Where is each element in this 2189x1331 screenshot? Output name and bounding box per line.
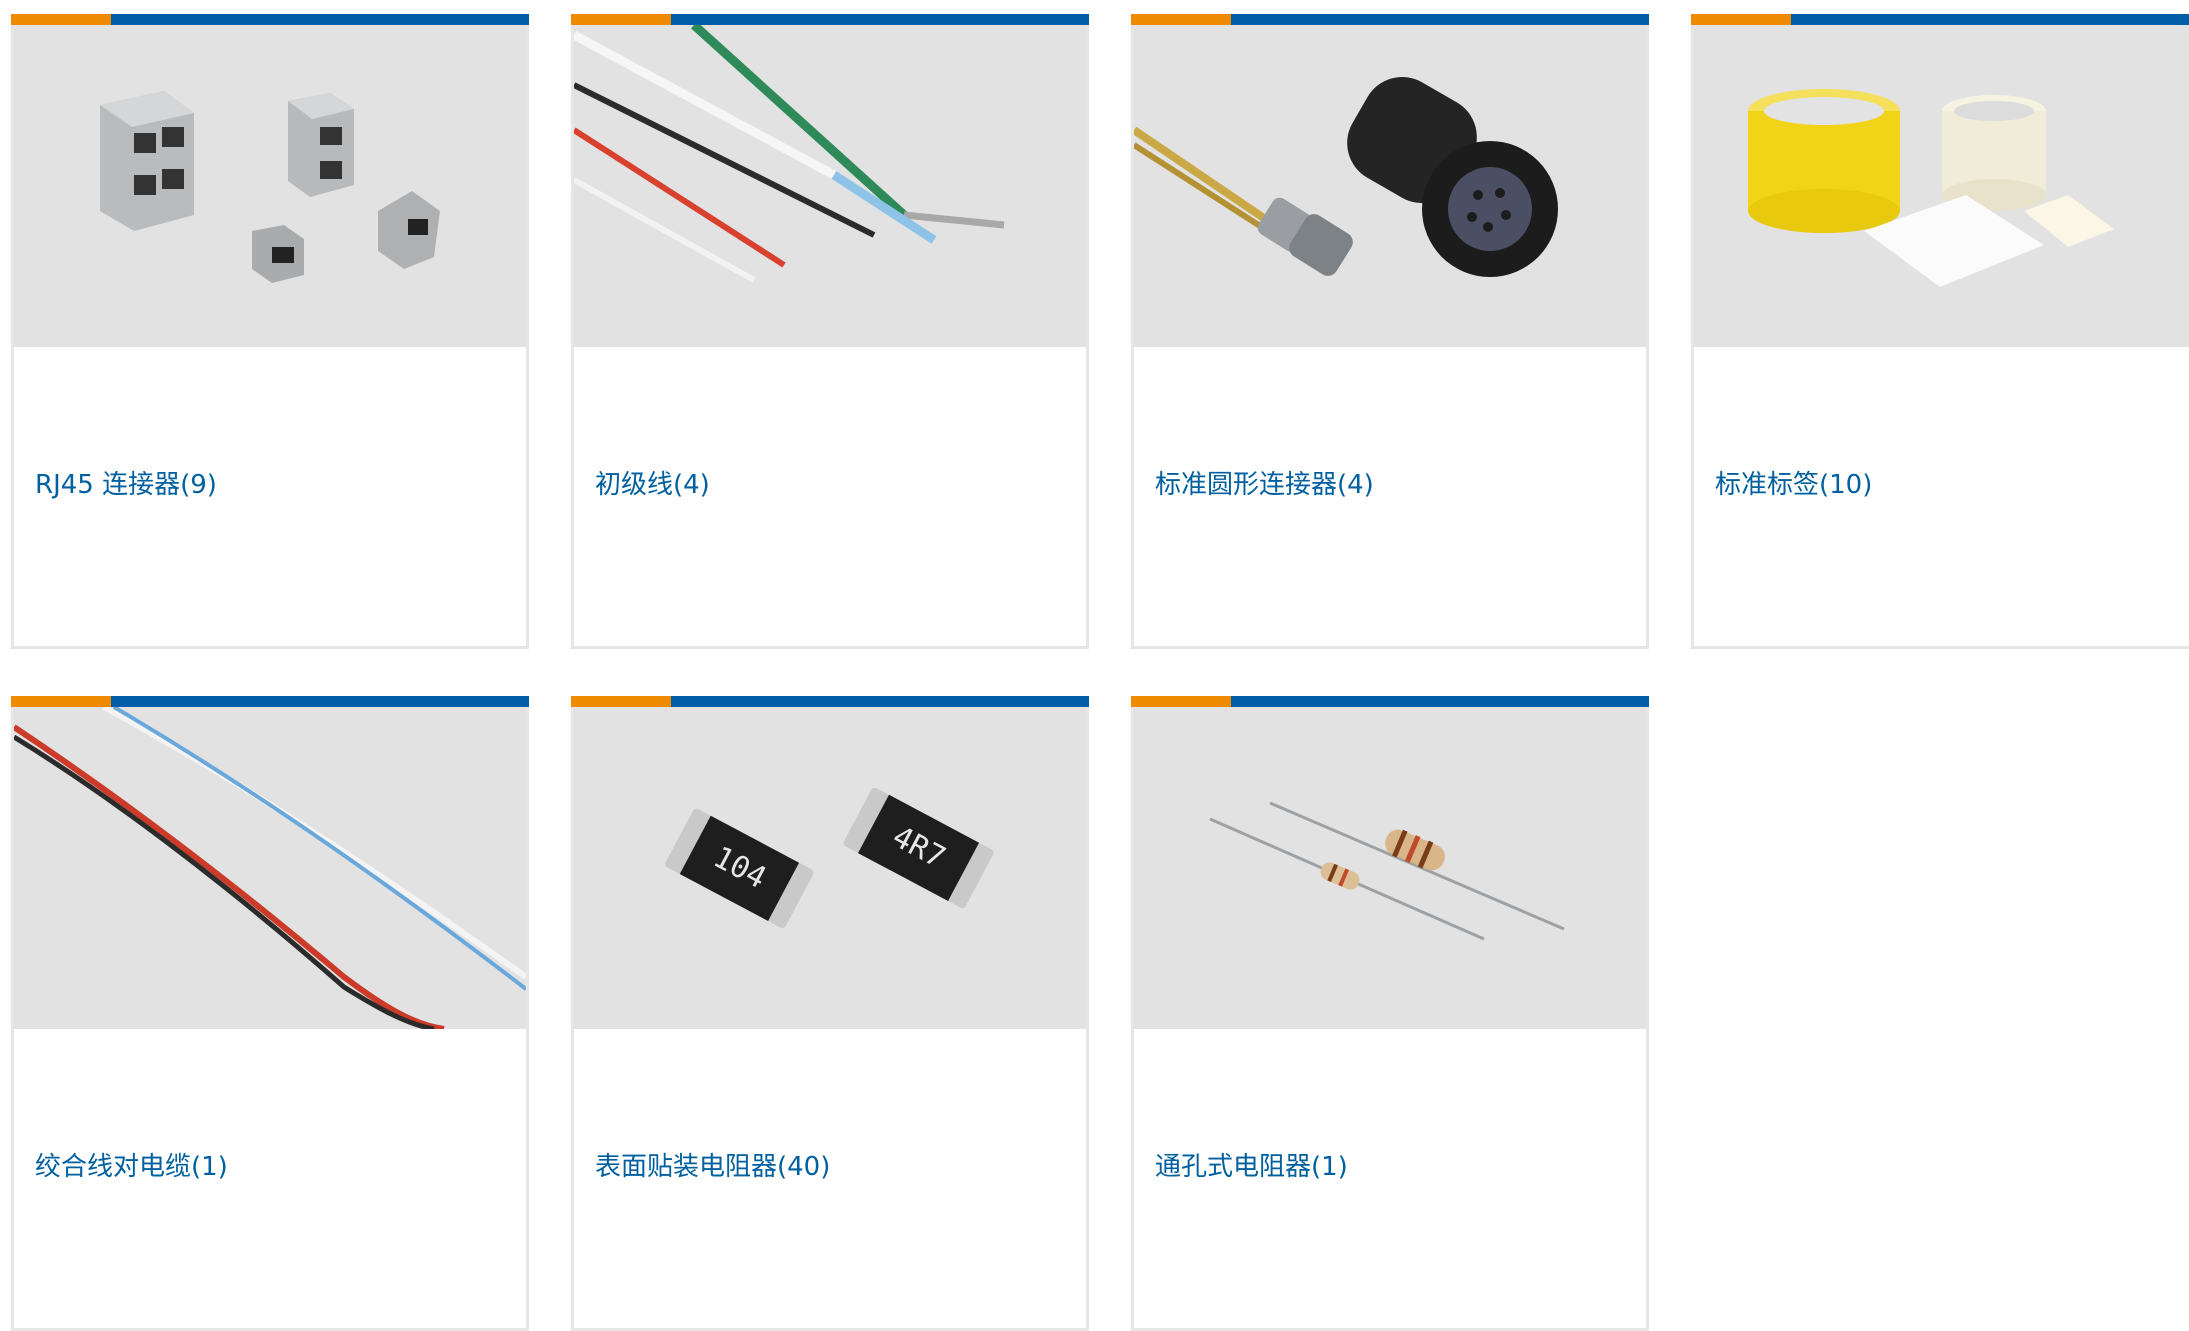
accent-bar-orange <box>11 14 111 25</box>
card-accent-bar <box>571 14 1089 25</box>
hookup-wires-photo[interactable] <box>574 25 1086 347</box>
category-card-hookup-wire[interactable]: 初级线(4) <box>571 14 1089 649</box>
accent-bar-orange <box>1131 14 1231 25</box>
accent-bar-orange <box>11 696 111 707</box>
accent-bar-blue <box>111 696 529 707</box>
category-card-rj45[interactable]: RJ45 连接器(9) <box>11 14 529 649</box>
accent-bar-orange <box>1691 14 1791 25</box>
category-card-twisted-pair[interactable]: 绞合线对电缆(1) <box>11 696 529 1331</box>
card-accent-bar <box>11 696 529 707</box>
accent-bar-blue <box>1231 14 1649 25</box>
category-link-label[interactable]: 初级线(4) <box>595 464 710 501</box>
rj45-connectors-photo[interactable] <box>14 25 526 347</box>
accent-bar-blue <box>1791 14 2189 25</box>
category-card-smd-resistors[interactable]: 104 4R7 表面贴装电阻器(40) <box>571 696 1089 1331</box>
accent-bar-blue <box>1231 696 1649 707</box>
category-link-label[interactable]: 通孔式电阻器(1) <box>1155 1146 1348 1183</box>
category-link-label[interactable]: 标准圆形连接器(4) <box>1155 464 1374 501</box>
category-card-labels[interactable]: 标准标签(10) <box>1691 14 2189 649</box>
card-accent-bar <box>1691 14 2189 25</box>
circular-connector-photo[interactable] <box>1134 25 1646 347</box>
accent-bar-blue <box>111 14 529 25</box>
accent-bar-blue <box>671 696 1089 707</box>
card-accent-bar <box>11 14 529 25</box>
labels-photo[interactable] <box>1694 25 2189 347</box>
accent-bar-orange <box>1131 696 1231 707</box>
category-card-circular-connector[interactable]: 标准圆形连接器(4) <box>1131 14 1649 649</box>
category-link-label[interactable]: 绞合线对电缆(1) <box>35 1146 228 1183</box>
through-hole-resistors-photo[interactable] <box>1134 707 1646 1029</box>
category-link-label[interactable]: RJ45 连接器(9) <box>35 464 217 501</box>
category-grid: RJ45 连接器(9) 初级线(4) 标准圆形连接器(4) 标准标签(10) 绞… <box>11 14 2189 1331</box>
accent-bar-blue <box>671 14 1089 25</box>
smd-resistors-photo[interactable]: 104 4R7 <box>574 707 1086 1029</box>
card-accent-bar <box>1131 696 1649 707</box>
accent-bar-orange <box>571 14 671 25</box>
card-accent-bar <box>571 696 1089 707</box>
twisted-pair-cable-photo[interactable] <box>14 707 526 1029</box>
card-accent-bar <box>1131 14 1649 25</box>
category-link-label[interactable]: 标准标签(10) <box>1715 464 1872 501</box>
category-card-through-hole-resistors[interactable]: 通孔式电阻器(1) <box>1131 696 1649 1331</box>
category-link-label[interactable]: 表面贴装电阻器(40) <box>595 1146 830 1183</box>
accent-bar-orange <box>571 696 671 707</box>
